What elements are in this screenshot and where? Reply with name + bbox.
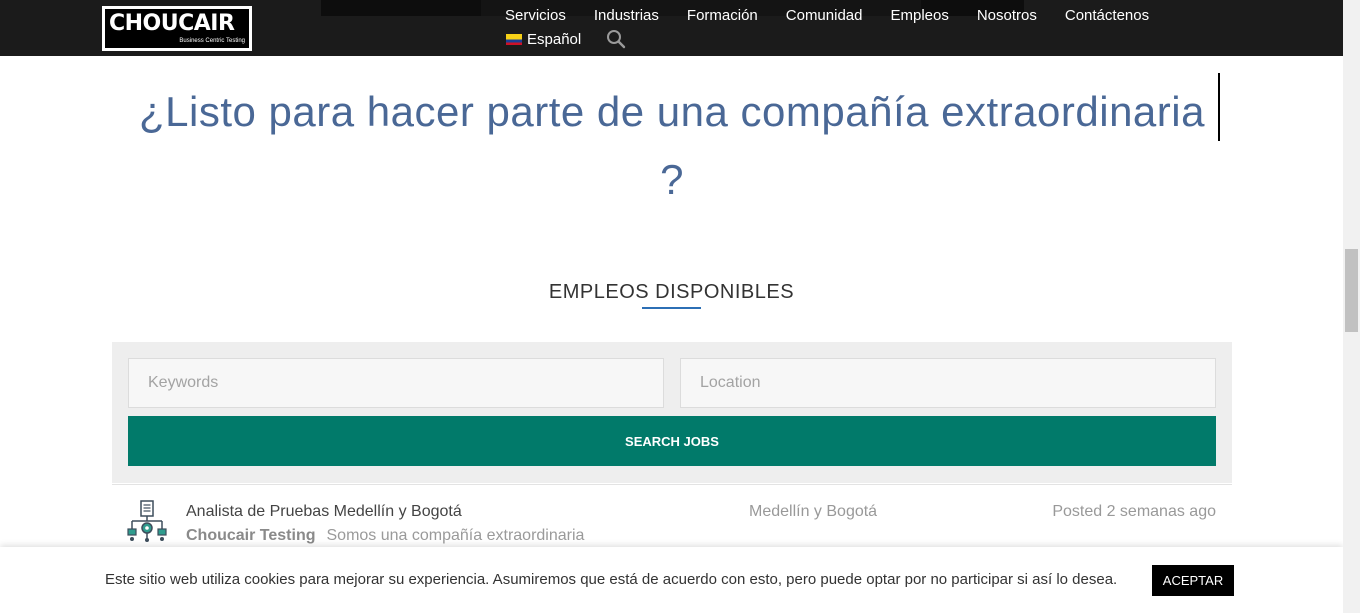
- hero-heading: ¿Listo para hacer parte de una compañía …: [112, 78, 1232, 214]
- keywords-input[interactable]: [128, 358, 664, 408]
- job-listing-row[interactable]: Analista de Pruebas Medellín y Bogotá Ch…: [112, 484, 1232, 554]
- header: CHOUCAIR Business Centric Testing Servic…: [0, 0, 1343, 56]
- logo[interactable]: CHOUCAIR Business Centric Testing: [102, 6, 252, 51]
- job-company-name: Choucair Testing: [186, 527, 316, 544]
- job-testing-icon: [127, 500, 167, 542]
- hero-heading-line1: ¿Listo para hacer parte de una compañía …: [139, 88, 1205, 135]
- cookie-banner: Este sitio web utiliza cookies para mejo…: [0, 547, 1343, 613]
- section-title-underline: [642, 307, 701, 309]
- text-cursor: [1218, 73, 1220, 141]
- logo-wordmark: CHOUCAIR: [109, 11, 235, 36]
- nav-item-contactenos[interactable]: Contáctenos: [1065, 7, 1149, 24]
- language-label: Español: [527, 31, 582, 48]
- search-jobs-button[interactable]: SEARCH JOBS: [128, 416, 1216, 466]
- nav-item-comunidad[interactable]: Comunidad: [786, 7, 863, 24]
- language-selector[interactable]: Español: [506, 31, 581, 48]
- nav-item-formacion[interactable]: Formación: [687, 7, 758, 24]
- accept-cookies-button[interactable]: ACEPTAR: [1152, 565, 1234, 596]
- nav-item-industrias[interactable]: Industrias: [594, 7, 659, 24]
- scrollbar-thumb[interactable]: [1345, 249, 1358, 332]
- page: CHOUCAIR Business Centric Testing Servic…: [0, 0, 1360, 613]
- section-title: EMPLEOS DISPONIBLES: [548, 281, 795, 303]
- job-company-line: Choucair Testing Somos una compañía extr…: [186, 527, 584, 545]
- nav-item-empleos[interactable]: Empleos: [890, 7, 948, 24]
- location-input[interactable]: [680, 358, 1216, 408]
- job-company-tagline: Somos una compañía extraordinaria: [326, 527, 585, 544]
- page-scrollbar[interactable]: [1343, 0, 1360, 613]
- job-posted-date: Posted 2 semanas ago: [1052, 503, 1216, 520]
- job-search-panel: SEARCH JOBS: [112, 342, 1232, 483]
- nav-item-nosotros[interactable]: Nosotros: [977, 7, 1037, 24]
- logo-tagline: Business Centric Testing: [179, 38, 245, 44]
- main-nav: Servicios Industrias Formación Comunidad…: [505, 7, 1177, 24]
- search-icon[interactable]: [606, 29, 626, 49]
- nav-item-servicios[interactable]: Servicios: [505, 7, 566, 24]
- job-title[interactable]: Analista de Pruebas Medellín y Bogotá: [186, 503, 462, 521]
- cookie-message: Este sitio web utiliza cookies para mejo…: [105, 571, 1118, 588]
- colombia-flag-icon: [506, 34, 522, 45]
- job-location: Medellín y Bogotá: [749, 503, 878, 520]
- hero-heading-line2: ?: [660, 156, 684, 203]
